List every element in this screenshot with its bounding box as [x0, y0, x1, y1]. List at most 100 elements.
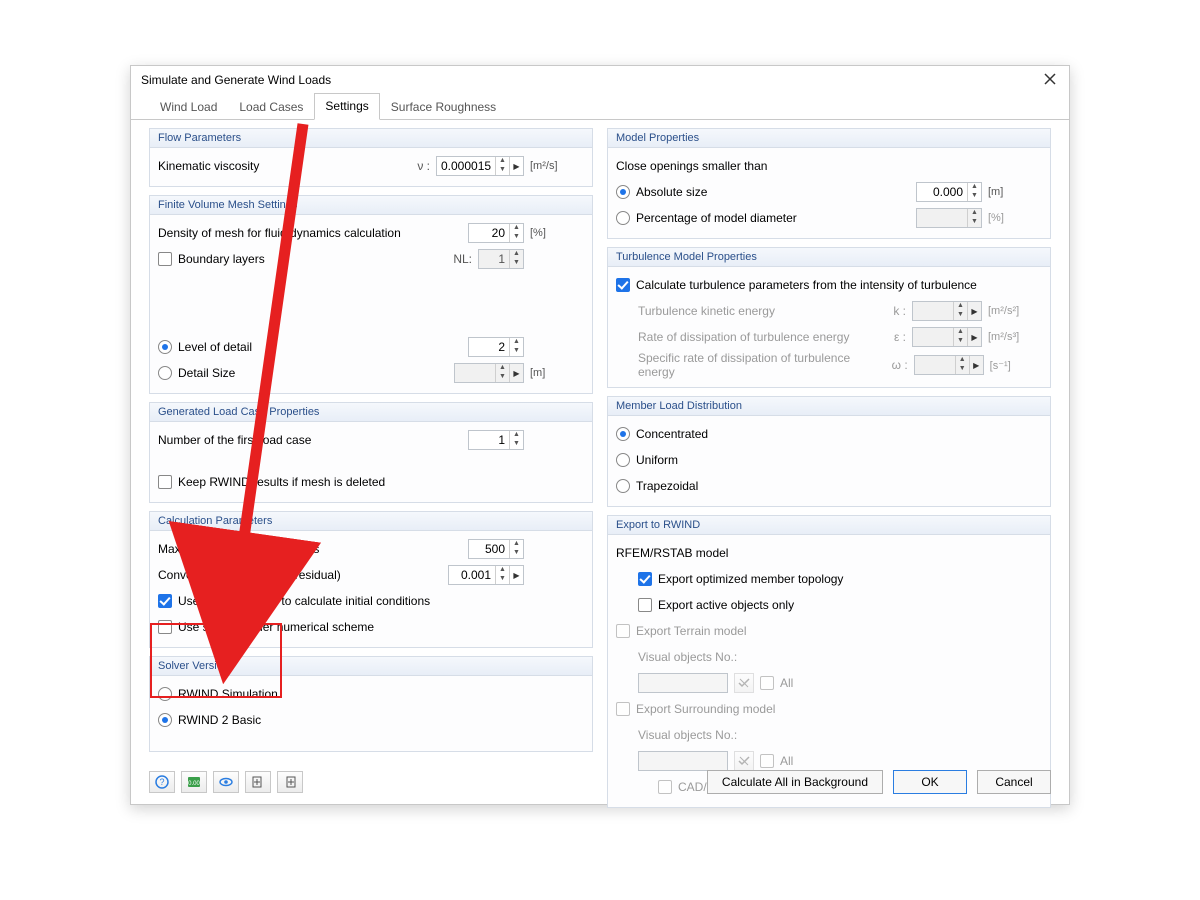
close-icon[interactable]: [1043, 72, 1059, 88]
rwind-2-basic-radio[interactable]: [158, 713, 172, 727]
kinematic-viscosity-input[interactable]: ▲▼ ▶: [436, 156, 524, 176]
boundary-layers-nl-input: ▲▼: [478, 249, 524, 269]
content-area: Flow Parameters Kinematic viscosity ν : …: [131, 120, 1069, 760]
unit-label: [m²/s²]: [988, 305, 1042, 317]
dialog-window: Simulate and Generate Wind Loads Wind Lo…: [130, 65, 1070, 805]
visual-objects-label-1: Visual objects No.:: [638, 650, 1042, 664]
keep-rwind-results-checkbox[interactable]: [158, 475, 172, 489]
uniform-radio[interactable]: [616, 453, 630, 467]
level-of-detail-label: Level of detail: [178, 340, 462, 354]
convergence-label: Convergence criterion (P-residual): [158, 568, 442, 582]
view-icon[interactable]: [213, 771, 239, 793]
absolute-size-radio[interactable]: [616, 185, 630, 199]
tab-settings[interactable]: Settings: [314, 93, 379, 120]
dialog-title: Simulate and Generate Wind Loads: [141, 73, 331, 87]
units-icon[interactable]: 0.00: [181, 771, 207, 793]
percentage-radio[interactable]: [616, 211, 630, 225]
level-of-detail-input[interactable]: ▲▼: [468, 337, 524, 357]
optimized-topology-label: Export optimized member topology: [658, 572, 1042, 586]
active-objects-label: Export active objects only: [658, 598, 1042, 612]
optimized-topology-checkbox[interactable]: [638, 572, 652, 586]
concentrated-label: Concentrated: [636, 427, 1042, 441]
section-header: Export to RWIND: [608, 516, 1050, 535]
rwind-simulation-label: RWIND Simulation: [178, 687, 584, 701]
section-header: Generated Load Case Properties: [150, 403, 592, 422]
tab-surface-roughness[interactable]: Surface Roughness: [380, 94, 507, 120]
omega-label: Specific rate of dissipation of turbulen…: [638, 351, 882, 379]
nu-symbol: ν :: [410, 159, 430, 173]
active-objects-checkbox[interactable]: [638, 598, 652, 612]
section-header: Turbulence Model Properties: [608, 248, 1050, 267]
max-iterations-input[interactable]: ▲▼: [468, 539, 524, 559]
max-iterations-label: Maximum number of iterations: [158, 542, 462, 556]
export-terrain-label: Export Terrain model: [636, 624, 1042, 638]
section-member-load-distribution: Member Load Distribution Concentrated Un…: [607, 396, 1051, 507]
absolute-size-input[interactable]: ▲▼: [916, 182, 982, 202]
unit-label: [m²/s³]: [988, 331, 1042, 343]
tab-load-cases[interactable]: Load Cases: [228, 94, 314, 120]
section-solver-version: Solver Version RWIND Simulation RWIND 2 …: [149, 656, 593, 752]
calc-turbulence-checkbox[interactable]: [616, 278, 630, 292]
section-header: Solver Version: [150, 657, 592, 676]
first-lc-label: Number of the first load case: [158, 433, 462, 447]
help-icon[interactable]: ?: [149, 771, 175, 793]
detail-size-input: ▲▼ ▶: [454, 363, 524, 383]
boundary-layers-label: Boundary layers: [178, 252, 446, 266]
concentrated-radio[interactable]: [616, 427, 630, 441]
mesh-density-input[interactable]: ▲▼: [468, 223, 524, 243]
section-turbulence-model: Turbulence Model Properties Calculate tu…: [607, 247, 1051, 388]
terrain-all-checkbox[interactable]: [760, 676, 774, 690]
unit-label: [%]: [530, 227, 584, 239]
close-openings-label: Close openings smaller than: [616, 159, 1042, 173]
ok-button[interactable]: OK: [893, 770, 967, 794]
convergence-input[interactable]: ▲▼ ▶: [448, 565, 524, 585]
omega-input: ▲▼▶: [914, 355, 984, 375]
section-header: Model Properties: [608, 129, 1050, 148]
section-finite-volume-mesh: Finite Volume Mesh Settings Density of m…: [149, 195, 593, 394]
left-column: Flow Parameters Kinematic viscosity ν : …: [149, 128, 593, 760]
omega-symbol: ω :: [888, 358, 907, 372]
potential-flow-label: Use Potential Flow to calculate initial …: [178, 594, 584, 608]
calc-turbulence-label: Calculate turbulence parameters from the…: [636, 278, 1042, 292]
cancel-button[interactable]: Cancel: [977, 770, 1051, 794]
level-of-detail-radio[interactable]: [158, 340, 172, 354]
section-flow-parameters: Flow Parameters Kinematic viscosity ν : …: [149, 128, 593, 187]
potential-flow-checkbox[interactable]: [158, 594, 172, 608]
unit-label: [m]: [988, 186, 1042, 198]
section-header: Flow Parameters: [150, 129, 592, 148]
trapezoidal-label: Trapezoidal: [636, 479, 1042, 493]
rfem-rstab-label: RFEM/RSTAB model: [616, 546, 1042, 560]
boundary-layers-checkbox[interactable]: [158, 252, 172, 266]
titlebar: Simulate and Generate Wind Loads: [131, 66, 1069, 94]
eps-label: Rate of dissipation of turbulence energy: [638, 330, 880, 344]
unit-label: [m²/s]: [530, 160, 584, 172]
right-column: Model Properties Close openings smaller …: [607, 128, 1051, 760]
uniform-label: Uniform: [636, 453, 1042, 467]
kinematic-viscosity-label: Kinematic viscosity: [158, 159, 404, 173]
visual-objects-label-2: Visual objects No.:: [638, 728, 1042, 742]
tke-label: Turbulence kinetic energy: [638, 304, 880, 318]
export-terrain-checkbox[interactable]: [616, 624, 630, 638]
import-profile-icon[interactable]: [277, 771, 303, 793]
eps-input: ▲▼▶: [912, 327, 982, 347]
dialog-footer: ? 0.00 Calculate All in Background OK Ca…: [131, 760, 1069, 804]
detail-size-label: Detail Size: [178, 366, 448, 380]
calculate-background-button[interactable]: Calculate All in Background: [707, 770, 883, 794]
pick-icon[interactable]: [734, 673, 754, 693]
section-model-properties: Model Properties Close openings smaller …: [607, 128, 1051, 239]
svg-text:?: ?: [159, 777, 164, 787]
terrain-visual-objects-input: [638, 673, 728, 693]
first-lc-input[interactable]: ▲▼: [468, 430, 524, 450]
second-order-checkbox[interactable]: [158, 620, 172, 634]
all-label: All: [780, 676, 793, 690]
tab-wind-load[interactable]: Wind Load: [149, 94, 228, 120]
svg-text:0.00: 0.00: [188, 781, 200, 787]
unit-label: [m]: [530, 367, 584, 379]
export-surrounding-checkbox[interactable]: [616, 702, 630, 716]
rwind-simulation-radio[interactable]: [158, 687, 172, 701]
export-profile-icon[interactable]: [245, 771, 271, 793]
trapezoidal-radio[interactable]: [616, 479, 630, 493]
detail-size-radio[interactable]: [158, 366, 172, 380]
unit-label: [%]: [988, 212, 1042, 224]
section-header: Calculation Parameters: [150, 512, 592, 531]
